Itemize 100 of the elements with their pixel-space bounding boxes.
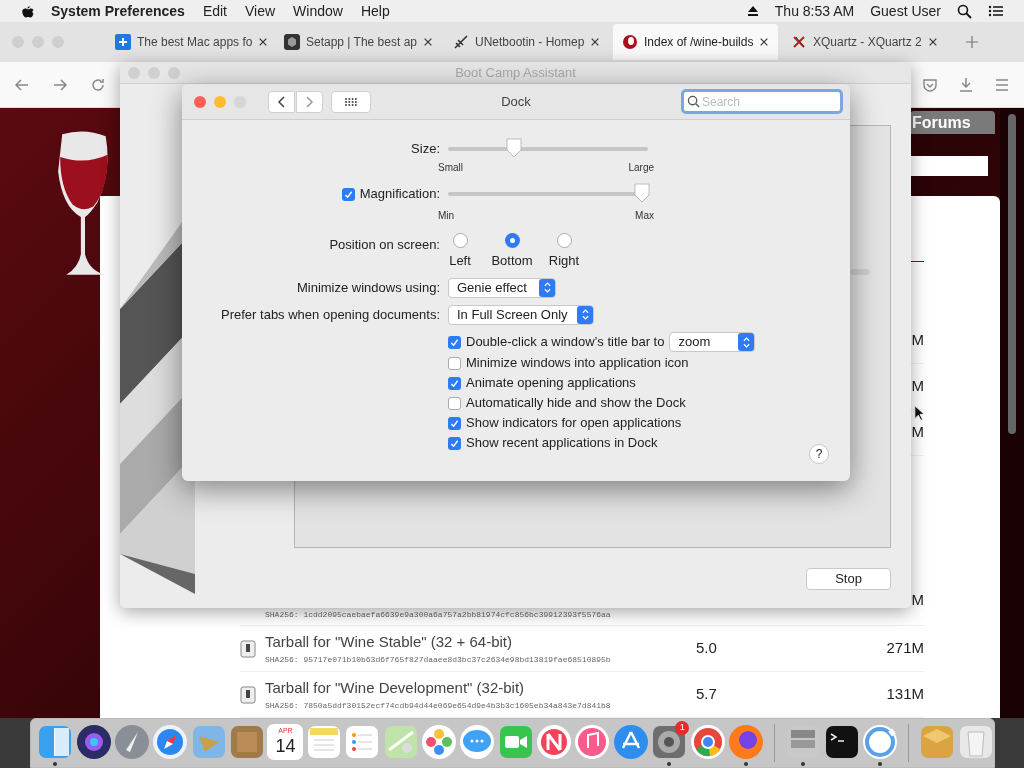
slider-label: Large bbox=[628, 161, 654, 175]
back-icon[interactable] bbox=[14, 76, 30, 93]
menu-item[interactable]: Window bbox=[293, 0, 343, 22]
scrollbar[interactable] bbox=[1008, 114, 1016, 434]
radio-label[interactable]: Left bbox=[449, 251, 471, 271]
tab-title: Setapp | The best ap bbox=[306, 34, 417, 51]
file-icon bbox=[240, 639, 256, 658]
reload-icon[interactable] bbox=[90, 76, 106, 93]
file-size: 271M bbox=[886, 638, 924, 659]
site-icon bbox=[453, 34, 469, 50]
menu-item[interactable]: System Preferences bbox=[51, 0, 185, 22]
file-hash: SHA256: 7850a5ddf30152ecf74cdb94d44e069e654d9e4b3b3c1605eb34a843e7d841b8 bbox=[265, 699, 612, 712]
file-icon bbox=[240, 685, 256, 704]
search-input[interactable]: Search bbox=[702, 92, 837, 111]
new-tab-icon[interactable] bbox=[965, 35, 979, 49]
window-title: Boot Camp Assistant bbox=[455, 63, 576, 82]
stepper-icon bbox=[539, 278, 555, 297]
file-title[interactable]: Tarball for "Wine Development" (32-bit) bbox=[265, 677, 687, 700]
checkbox[interactable] bbox=[448, 396, 461, 410]
menu-item[interactable]: Edit bbox=[202, 0, 227, 22]
tab-title: XQuartz - XQuartz 2 bbox=[813, 34, 922, 51]
close-icon[interactable] bbox=[928, 37, 938, 47]
search-field[interactable]: Search bbox=[681, 89, 843, 114]
file-title[interactable]: Tarball for "Wine Stable" (32 + 64-bit) bbox=[265, 631, 687, 654]
tab-title: UNetbootin - Homep bbox=[475, 34, 585, 51]
pocket-icon[interactable] bbox=[922, 76, 938, 93]
slider-label: Small bbox=[438, 161, 463, 175]
checkbox-label[interactable]: Show indicators for open applications bbox=[466, 413, 682, 433]
browser-tab[interactable]: The best Mac apps fo bbox=[106, 24, 271, 60]
file-size: M bbox=[911, 330, 924, 351]
checkbox-label[interactable]: Minimize windows into application icon bbox=[466, 353, 689, 373]
radio-button[interactable] bbox=[452, 233, 468, 248]
calendar-day: 14 bbox=[275, 736, 296, 756]
browser-tab[interactable]: Setapp | The best ap bbox=[275, 24, 440, 60]
search-field[interactable] bbox=[910, 156, 988, 176]
field-label: Size: bbox=[411, 140, 440, 159]
radio-button[interactable] bbox=[504, 233, 520, 248]
nav-tab[interactable]: Forums bbox=[910, 111, 995, 134]
site-icon bbox=[115, 34, 131, 50]
radio-label[interactable]: Bottom bbox=[491, 251, 533, 271]
checkbox-label[interactable]: Animate opening applications bbox=[466, 373, 636, 393]
browser-tab[interactable]: Index of /wine-builds bbox=[613, 24, 778, 60]
show-all-button[interactable] bbox=[331, 90, 371, 113]
menu-item[interactable]: View bbox=[245, 0, 276, 22]
checkbox-label[interactable]: Show recent applications in Dock bbox=[466, 433, 658, 453]
popup-button[interactable]: Genie effect bbox=[448, 277, 556, 298]
site-icon bbox=[622, 34, 638, 50]
radio-label[interactable]: Right bbox=[548, 251, 580, 271]
app-icon[interactable] bbox=[75, 724, 112, 760]
stepper-icon bbox=[577, 305, 593, 324]
forward-icon[interactable] bbox=[52, 76, 68, 93]
menu-item[interactable]: Help bbox=[360, 0, 390, 22]
close-icon[interactable] bbox=[423, 37, 433, 47]
stop-button[interactable]: Stop bbox=[806, 568, 891, 590]
file-hash: SHA256: 95717e071b10b63d6f765f827daaee8d3bc37c2634e98bd13819fae68510895b bbox=[265, 653, 612, 666]
forward-icon bbox=[305, 95, 314, 108]
back-button[interactable] bbox=[268, 90, 295, 113]
clock[interactable]: Thu 8:53 AM bbox=[774, 0, 855, 22]
window-title: Dock bbox=[501, 92, 531, 111]
field-label: Prefer tabs when opening documents: bbox=[221, 305, 440, 324]
help-button[interactable]: ? bbox=[809, 444, 829, 464]
checkbox[interactable] bbox=[448, 436, 461, 450]
pointer-icon bbox=[914, 404, 926, 423]
browser-tab[interactable]: XQuartz - XQuartz 2 bbox=[782, 24, 947, 60]
popup-button[interactable]: zoom bbox=[669, 332, 756, 352]
browser-tab[interactable]: UNetbootin - Homep bbox=[444, 24, 609, 60]
popup-button[interactable]: In Full Screen Only bbox=[448, 304, 594, 325]
file-size: M bbox=[911, 422, 924, 443]
close-icon[interactable] bbox=[759, 37, 770, 47]
checkbox[interactable] bbox=[448, 376, 461, 390]
menu-icon[interactable] bbox=[994, 76, 1010, 93]
checkbox-label[interactable]: Automatically hide and show the Dock bbox=[466, 393, 686, 413]
notification-badge: 1 bbox=[675, 721, 690, 735]
slider-thumb[interactable] bbox=[634, 183, 650, 203]
checkbox[interactable] bbox=[341, 187, 355, 201]
search-icon[interactable] bbox=[957, 3, 972, 19]
back-icon bbox=[277, 95, 286, 108]
user-menu[interactable]: Guest User bbox=[870, 0, 941, 22]
checkbox[interactable] bbox=[448, 335, 461, 349]
list-icon[interactable] bbox=[988, 4, 1004, 18]
eject-icon[interactable] bbox=[746, 5, 759, 17]
search-icon bbox=[687, 95, 700, 108]
close-icon[interactable] bbox=[258, 37, 269, 47]
window-control[interactable] bbox=[194, 95, 206, 108]
checkbox[interactable] bbox=[448, 416, 461, 430]
app-icon[interactable] bbox=[823, 724, 860, 760]
close-icon[interactable] bbox=[590, 37, 601, 47]
tab-title: Index of /wine-builds bbox=[644, 34, 754, 51]
radio-button[interactable] bbox=[556, 233, 572, 248]
forward-button[interactable] bbox=[296, 90, 323, 113]
file-size: M bbox=[911, 590, 924, 610]
stepper-icon bbox=[738, 333, 755, 351]
file-version: 5.7 bbox=[696, 684, 717, 705]
slider-thumb[interactable] bbox=[506, 138, 522, 158]
download-icon[interactable] bbox=[958, 76, 974, 93]
checkbox-label[interactable]: Double-click a window’s title bar to bbox=[466, 332, 665, 352]
checkbox-label[interactable]: Magnification: bbox=[359, 184, 440, 204]
file-version: 5.0 bbox=[696, 638, 717, 659]
file-size: M bbox=[911, 376, 924, 397]
checkbox[interactable] bbox=[448, 356, 461, 370]
